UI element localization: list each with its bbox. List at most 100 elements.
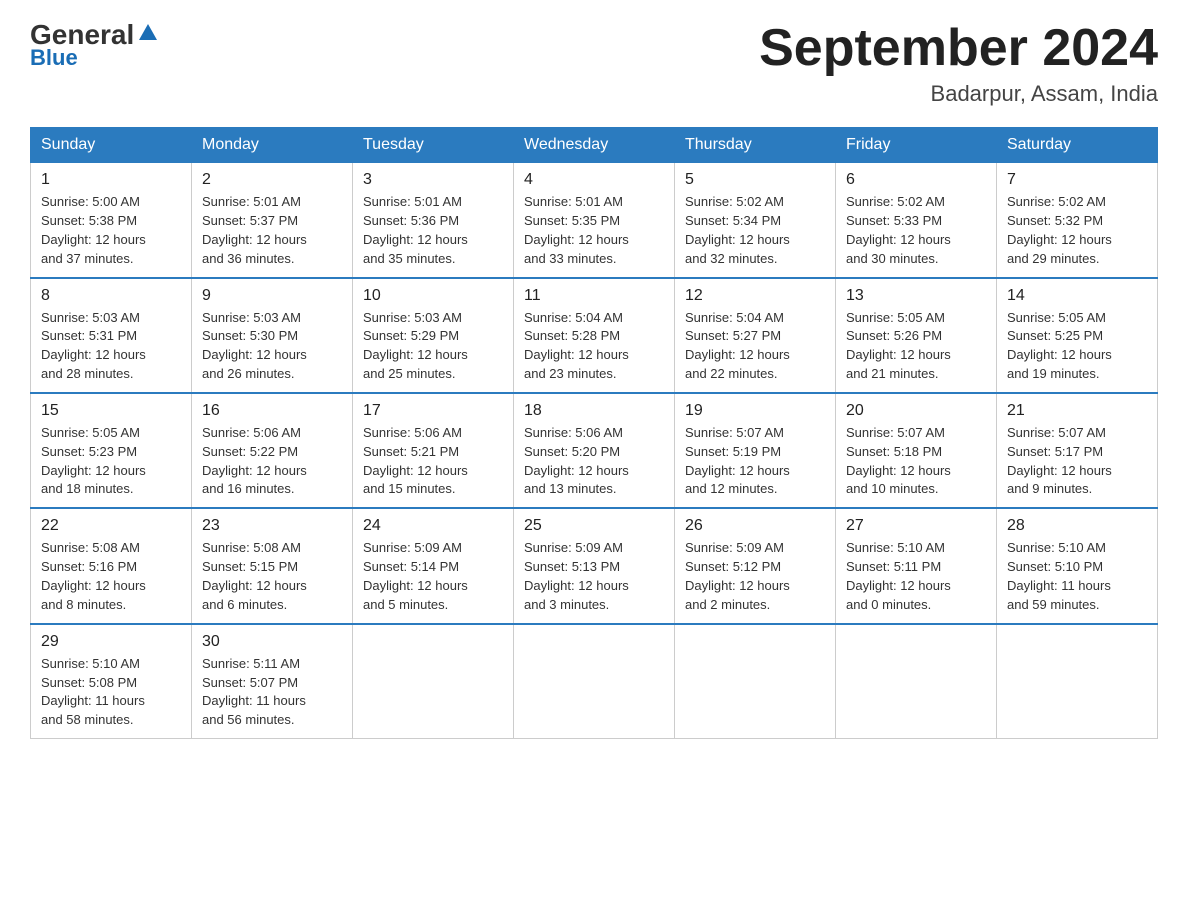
day-info: Sunrise: 5:07 AMSunset: 5:19 PMDaylight:… bbox=[685, 424, 825, 499]
day-cell: 3 Sunrise: 5:01 AMSunset: 5:36 PMDaylight… bbox=[353, 163, 514, 278]
week-row-2: 8Sunrise: 5:03 AMSunset: 5:31 PMDaylight… bbox=[31, 278, 1158, 393]
day-cell: 24Sunrise: 5:09 AMSunset: 5:14 PMDayligh… bbox=[353, 508, 514, 623]
header-tuesday: Tuesday bbox=[353, 128, 514, 163]
day-cell: 22 Sunrise: 5:08 AMSunset: 5:16 PMDayligh… bbox=[31, 508, 192, 623]
day-cell: 13Sunrise: 5:05 AMSunset: 5:26 PMDayligh… bbox=[836, 278, 997, 393]
day-info: Sunrise: 5:06 AMSunset: 5:20 PMDaylight:… bbox=[524, 424, 664, 499]
day-number: 2 bbox=[202, 171, 342, 189]
day-number: 19 bbox=[685, 402, 825, 420]
day-cell: 25 Sunrise: 5:09 AMSunset: 5:13 PMDayligh… bbox=[514, 508, 675, 623]
day-info: Sunrise: 5:04 AMSunset: 5:28 PMDaylight:… bbox=[524, 309, 664, 384]
day-info: Sunrise: 5:03 AMSunset: 5:29 PMDaylight:… bbox=[363, 309, 503, 384]
day-number: 3 bbox=[363, 171, 503, 189]
day-info: Sunrise: 5:09 AMSunset: 5:14 PMDaylight:… bbox=[363, 539, 503, 614]
day-number: 8 bbox=[41, 287, 181, 305]
day-number: 10 bbox=[363, 287, 503, 305]
day-info: Sunrise: 5:09 AMSunset: 5:13 PMDaylight:… bbox=[524, 539, 664, 614]
day-info: Sunrise: 5:10 AMSunset: 5:10 PMDaylight:… bbox=[1007, 539, 1147, 614]
day-cell: 27Sunrise: 5:10 AMSunset: 5:11 PMDayligh… bbox=[836, 508, 997, 623]
day-cell: 17 Sunrise: 5:06 AMSunset: 5:21 PMDayligh… bbox=[353, 393, 514, 508]
day-cell bbox=[514, 624, 675, 739]
header-friday: Friday bbox=[836, 128, 997, 163]
day-cell: 20 Sunrise: 5:07 AMSunset: 5:18 PMDayligh… bbox=[836, 393, 997, 508]
day-number: 26 bbox=[685, 517, 825, 535]
day-info: Sunrise: 5:07 AMSunset: 5:18 PMDaylight:… bbox=[846, 424, 986, 499]
page-header: General Blue September 2024 Badarpur, As… bbox=[30, 20, 1158, 107]
header-wednesday: Wednesday bbox=[514, 128, 675, 163]
day-cell: 10 Sunrise: 5:03 AMSunset: 5:29 PMDayligh… bbox=[353, 278, 514, 393]
day-info: Sunrise: 5:01 AMSunset: 5:36 PMDaylight:… bbox=[363, 193, 503, 268]
day-cell: 16Sunrise: 5:06 AMSunset: 5:22 PMDayligh… bbox=[192, 393, 353, 508]
header-monday: Monday bbox=[192, 128, 353, 163]
day-cell: 12 Sunrise: 5:04 AMSunset: 5:27 PMDayligh… bbox=[675, 278, 836, 393]
week-row-1: 1 Sunrise: 5:00 AMSunset: 5:38 PMDaylight… bbox=[31, 163, 1158, 278]
day-number: 13 bbox=[846, 287, 986, 305]
day-number: 30 bbox=[202, 633, 342, 651]
day-info: Sunrise: 5:03 AMSunset: 5:30 PMDaylight:… bbox=[202, 309, 342, 384]
day-cell: 1 Sunrise: 5:00 AMSunset: 5:38 PMDaylight… bbox=[31, 163, 192, 278]
day-cell: 9Sunrise: 5:03 AMSunset: 5:30 PMDaylight… bbox=[192, 278, 353, 393]
day-number: 29 bbox=[41, 633, 181, 651]
day-info: Sunrise: 5:01 AMSunset: 5:35 PMDaylight:… bbox=[524, 193, 664, 268]
day-cell: 29 Sunrise: 5:10 AMSunset: 5:08 PMDayligh… bbox=[31, 624, 192, 739]
day-info: Sunrise: 5:05 AMSunset: 5:23 PMDaylight:… bbox=[41, 424, 181, 499]
day-cell: 11Sunrise: 5:04 AMSunset: 5:28 PMDayligh… bbox=[514, 278, 675, 393]
day-info: Sunrise: 5:11 AMSunset: 5:07 PMDaylight:… bbox=[202, 655, 342, 730]
day-info: Sunrise: 5:04 AMSunset: 5:27 PMDaylight:… bbox=[685, 309, 825, 384]
day-cell: 4Sunrise: 5:01 AMSunset: 5:35 PMDaylight… bbox=[514, 163, 675, 278]
day-cell: 5Sunrise: 5:02 AMSunset: 5:34 PMDaylight… bbox=[675, 163, 836, 278]
weekday-header-row: SundayMondayTuesdayWednesdayThursdayFrid… bbox=[31, 128, 1158, 163]
day-number: 14 bbox=[1007, 287, 1147, 305]
day-info: Sunrise: 5:05 AMSunset: 5:25 PMDaylight:… bbox=[1007, 309, 1147, 384]
day-info: Sunrise: 5:10 AMSunset: 5:08 PMDaylight:… bbox=[41, 655, 181, 730]
day-cell: 2 Sunrise: 5:01 AMSunset: 5:37 PMDaylight… bbox=[192, 163, 353, 278]
day-number: 17 bbox=[363, 402, 503, 420]
week-row-5: 29 Sunrise: 5:10 AMSunset: 5:08 PMDayligh… bbox=[31, 624, 1158, 739]
day-info: Sunrise: 5:01 AMSunset: 5:37 PMDaylight:… bbox=[202, 193, 342, 268]
day-number: 25 bbox=[524, 517, 664, 535]
day-number: 12 bbox=[685, 287, 825, 305]
day-cell: 30 Sunrise: 5:11 AMSunset: 5:07 PMDayligh… bbox=[192, 624, 353, 739]
day-cell: 6Sunrise: 5:02 AMSunset: 5:33 PMDaylight… bbox=[836, 163, 997, 278]
day-number: 27 bbox=[846, 517, 986, 535]
day-number: 1 bbox=[41, 171, 181, 189]
day-number: 22 bbox=[41, 517, 181, 535]
calendar-table: SundayMondayTuesdayWednesdayThursdayFrid… bbox=[30, 127, 1158, 739]
day-number: 5 bbox=[685, 171, 825, 189]
day-cell bbox=[836, 624, 997, 739]
day-info: Sunrise: 5:02 AMSunset: 5:32 PMDaylight:… bbox=[1007, 193, 1147, 268]
day-info: Sunrise: 5:06 AMSunset: 5:22 PMDaylight:… bbox=[202, 424, 342, 499]
day-number: 7 bbox=[1007, 171, 1147, 189]
day-cell bbox=[353, 624, 514, 739]
location-title: Badarpur, Assam, India bbox=[759, 81, 1158, 107]
day-number: 20 bbox=[846, 402, 986, 420]
header-sunday: Sunday bbox=[31, 128, 192, 163]
week-row-4: 22 Sunrise: 5:08 AMSunset: 5:16 PMDayligh… bbox=[31, 508, 1158, 623]
day-cell: 28 Sunrise: 5:10 AMSunset: 5:10 PMDayligh… bbox=[997, 508, 1158, 623]
day-info: Sunrise: 5:02 AMSunset: 5:33 PMDaylight:… bbox=[846, 193, 986, 268]
day-cell: 23 Sunrise: 5:08 AMSunset: 5:15 PMDayligh… bbox=[192, 508, 353, 623]
day-info: Sunrise: 5:08 AMSunset: 5:15 PMDaylight:… bbox=[202, 539, 342, 614]
day-cell bbox=[675, 624, 836, 739]
header-saturday: Saturday bbox=[997, 128, 1158, 163]
day-cell: 15Sunrise: 5:05 AMSunset: 5:23 PMDayligh… bbox=[31, 393, 192, 508]
week-row-3: 15Sunrise: 5:05 AMSunset: 5:23 PMDayligh… bbox=[31, 393, 1158, 508]
day-info: Sunrise: 5:09 AMSunset: 5:12 PMDaylight:… bbox=[685, 539, 825, 614]
day-cell: 18 Sunrise: 5:06 AMSunset: 5:20 PMDayligh… bbox=[514, 393, 675, 508]
day-cell bbox=[997, 624, 1158, 739]
day-number: 18 bbox=[524, 402, 664, 420]
logo-triangle-icon bbox=[137, 22, 159, 49]
day-cell: 21Sunrise: 5:07 AMSunset: 5:17 PMDayligh… bbox=[997, 393, 1158, 508]
day-cell: 19 Sunrise: 5:07 AMSunset: 5:19 PMDayligh… bbox=[675, 393, 836, 508]
header-thursday: Thursday bbox=[675, 128, 836, 163]
day-number: 21 bbox=[1007, 402, 1147, 420]
day-number: 28 bbox=[1007, 517, 1147, 535]
day-info: Sunrise: 5:06 AMSunset: 5:21 PMDaylight:… bbox=[363, 424, 503, 499]
day-cell: 14 Sunrise: 5:05 AMSunset: 5:25 PMDayligh… bbox=[997, 278, 1158, 393]
day-number: 23 bbox=[202, 517, 342, 535]
day-cell: 26 Sunrise: 5:09 AMSunset: 5:12 PMDayligh… bbox=[675, 508, 836, 623]
logo-blue: Blue bbox=[30, 45, 78, 71]
day-cell: 8Sunrise: 5:03 AMSunset: 5:31 PMDaylight… bbox=[31, 278, 192, 393]
day-info: Sunrise: 5:00 AMSunset: 5:38 PMDaylight:… bbox=[41, 193, 181, 268]
day-info: Sunrise: 5:08 AMSunset: 5:16 PMDaylight:… bbox=[41, 539, 181, 614]
